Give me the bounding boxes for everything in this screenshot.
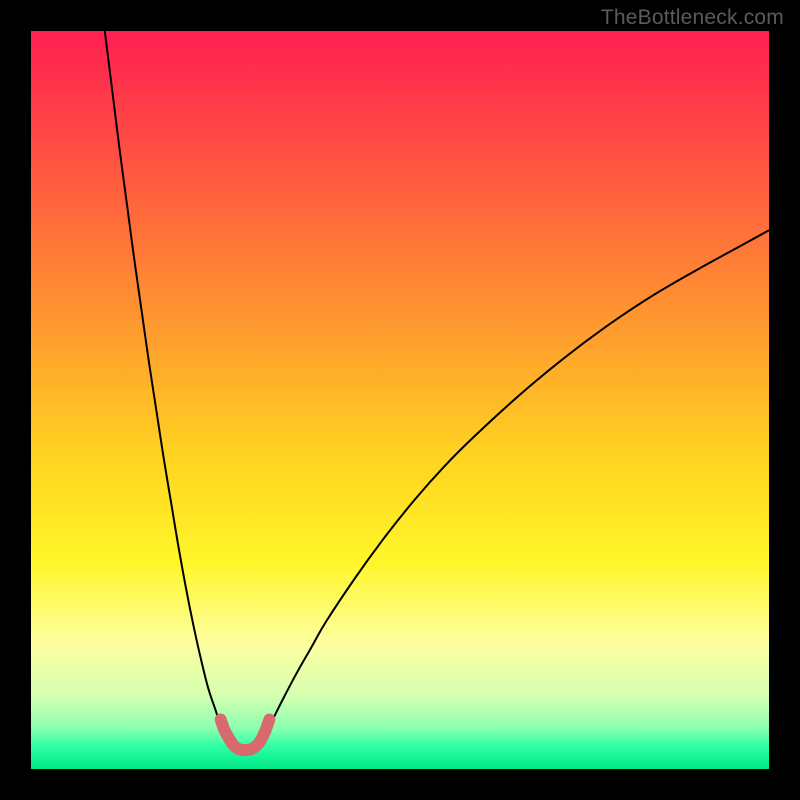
plot-area [31, 31, 769, 769]
chart-frame: TheBottleneck.com [0, 0, 800, 800]
series-valley-marker [221, 720, 270, 751]
series-right-branch [263, 230, 769, 737]
series-left-branch [105, 31, 227, 737]
watermark-text: TheBottleneck.com [601, 6, 784, 30]
curve-layer [31, 31, 769, 769]
